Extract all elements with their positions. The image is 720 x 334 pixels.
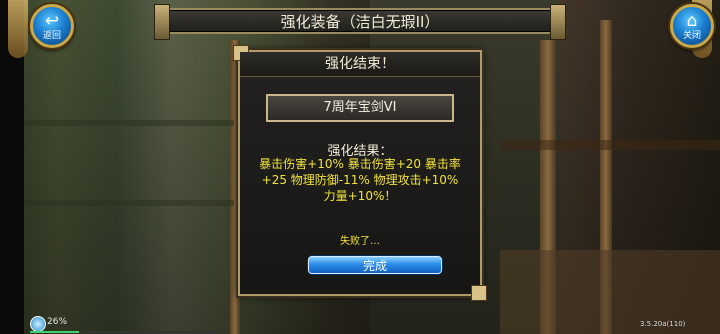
close-label: 关闭 [682,31,701,41]
wood-plank-line [24,200,234,206]
wooden-beam [500,140,720,150]
version-label: 3.5.20a(110) [640,320,686,328]
frame-ornament-left [8,0,28,58]
battery-percent: 26% [47,317,68,327]
done-button[interactable]: 完成 [308,256,442,274]
back-button[interactable]: ↩ 返回 [30,4,74,48]
wooden-floor [500,250,720,334]
dialog-title: 强化结束！ [240,52,480,77]
back-icon: ↩ [44,11,60,31]
result-stats: 暴击伤害+10% 暴击伤害+20 暴击率+25 物理防御-11% 物理攻击+10… [259,157,461,203]
wood-plank-line [24,120,234,126]
fail-message: 失败了… [340,236,380,247]
window-title-bar: 强化装备（洁白无瑕II） [154,4,566,40]
window-title: 强化装备（洁白无瑕II） [280,12,440,31]
loading-progress-bar [30,331,220,333]
loading-progress-fill [30,331,80,333]
enhance-result-dialog: 强化结束！ 7周年宝剑VI 强化结果： 暴击伤害+10% 暴击伤害+20 暴击率… [233,45,487,301]
item-name: 7周年宝剑VI [266,94,454,122]
home-icon: ⌂ [686,11,698,31]
back-label: 返回 [42,31,61,41]
close-button[interactable]: ⌂ 关闭 [670,4,714,48]
battery-icon [30,316,46,332]
